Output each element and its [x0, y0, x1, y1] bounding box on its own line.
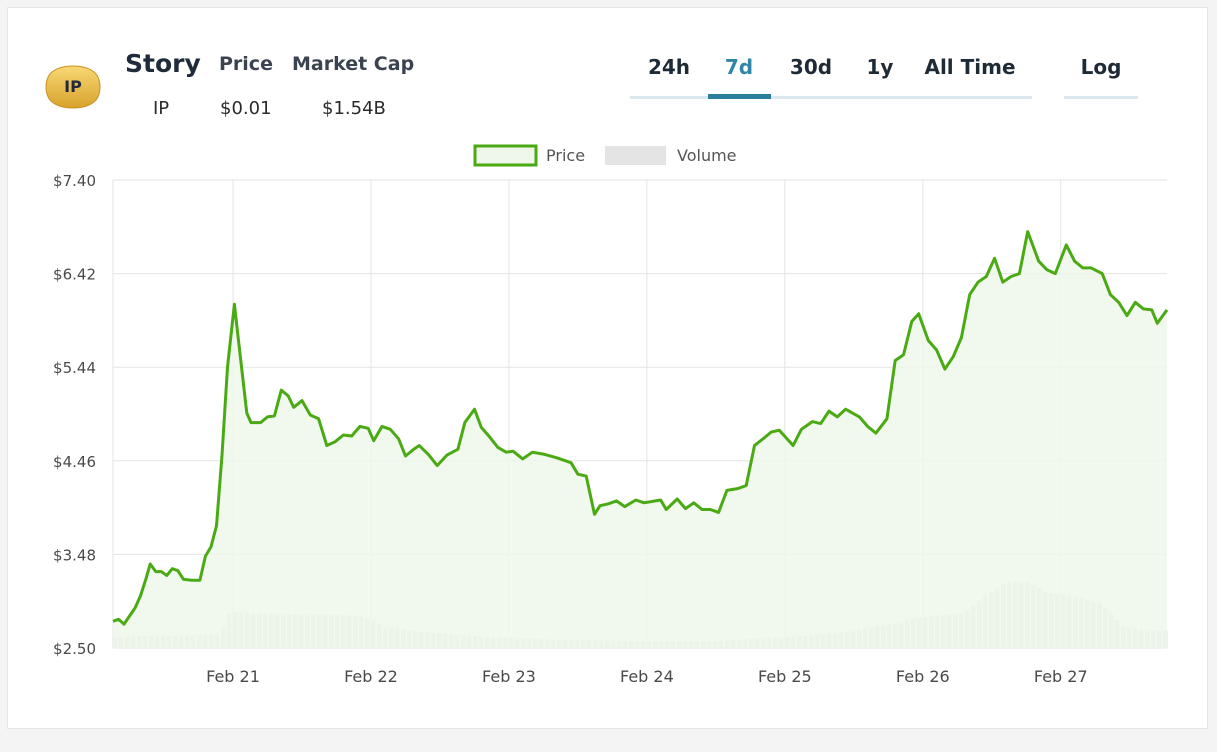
- legend-price-label: Price: [546, 146, 585, 165]
- y-tick-label: $7.40: [53, 172, 96, 190]
- x-tick-label: Feb 23: [482, 667, 536, 686]
- price-chart: $7.40 $6.42 $5.44 $4.46 $3.48 $2.50 Feb 21 Feb …: [53, 144, 1169, 686]
- price-area-fill: [113, 231, 1167, 648]
- y-tick-label: $6.42: [53, 266, 96, 284]
- x-tick-label: Feb 22: [344, 667, 398, 686]
- y-tick-label: $5.44: [53, 359, 96, 377]
- y-tick-label: $2.50: [53, 640, 96, 658]
- x-tick-label: Feb 26: [896, 667, 950, 686]
- x-tick-label: Feb 24: [620, 667, 674, 686]
- legend-volume-label: Volume: [677, 146, 737, 165]
- chart-legend: Price Volume: [473, 144, 737, 167]
- y-tick-label: $3.48: [53, 546, 96, 564]
- x-tick-label: Feb 27: [1034, 667, 1088, 686]
- legend-volume-swatch: [605, 146, 666, 165]
- x-tick-label: Feb 21: [206, 667, 260, 686]
- x-tick-label: Feb 25: [758, 667, 812, 686]
- legend-price-swatch: [473, 144, 538, 167]
- y-tick-label: $4.46: [53, 453, 96, 471]
